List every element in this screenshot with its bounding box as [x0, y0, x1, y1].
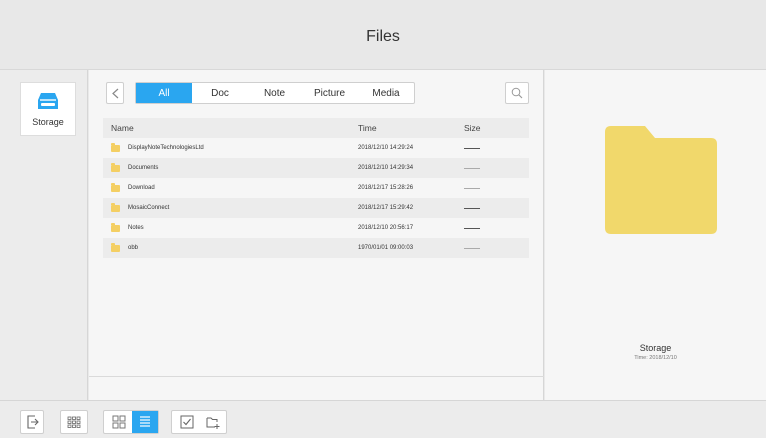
back-button[interactable]: [106, 82, 124, 104]
file-name: Download: [128, 185, 155, 191]
select-button[interactable]: [175, 411, 199, 433]
table-header: Name Time Size: [103, 118, 529, 138]
preview-title: Storage: [639, 343, 672, 353]
view-toggle-group: [103, 410, 159, 434]
storage-drive-icon: [38, 93, 58, 109]
keypad-button[interactable]: [60, 410, 88, 434]
folder-icon: [111, 142, 120, 152]
preview-panel: Storage Time: 2018/12/10: [545, 70, 766, 400]
grid-view-button[interactable]: [107, 411, 131, 433]
tab-picture[interactable]: Picture: [301, 83, 358, 103]
app-title: Files: [366, 27, 400, 45]
table-row[interactable]: DisplayNoteTechnologiesLtd 2018/12/10 14…: [103, 138, 529, 158]
storage-label: Storage: [32, 117, 64, 127]
exit-button[interactable]: [20, 410, 44, 434]
chevron-left-icon: [111, 88, 118, 98]
file-time: 2018/12/17 15:28:26: [358, 185, 414, 191]
folder-icon: [111, 242, 120, 252]
title-bar: Files: [0, 0, 766, 70]
file-table: Name Time Size DisplayNoteTechnologiesLt…: [103, 118, 529, 258]
checkbox-icon: [180, 415, 194, 429]
file-time: 2018/12/17 15:29:42: [358, 205, 414, 211]
file-time: 2018/12/10 20:56:17: [358, 225, 414, 231]
column-header-time[interactable]: Time: [358, 123, 464, 133]
grid-view-icon: [112, 415, 126, 429]
file-list-panel: All Doc Note Picture Media Name Time Siz…: [89, 70, 544, 400]
selection-group: [171, 410, 227, 434]
divider: [89, 376, 544, 377]
tab-doc[interactable]: Doc: [192, 83, 248, 103]
storage-item[interactable]: Storage: [20, 82, 76, 136]
column-header-size[interactable]: Size: [464, 123, 529, 133]
exit-icon: [27, 415, 39, 429]
file-name: DisplayNoteTechnologiesLtd: [128, 145, 204, 151]
storage-sidebar: Storage: [0, 70, 88, 400]
table-row[interactable]: Download 2018/12/17 15:28:26: [103, 178, 529, 198]
tab-label: Media: [372, 87, 400, 99]
folder-preview-icon: [605, 126, 717, 234]
size-placeholder: [464, 167, 480, 169]
file-name: obb: [128, 245, 139, 251]
table-row[interactable]: Notes 2018/12/10 20:56:17: [103, 218, 529, 238]
tab-all[interactable]: All: [136, 83, 192, 103]
file-name: MosaicConnect: [128, 205, 170, 211]
tab-label: All: [158, 87, 170, 99]
keypad-icon: [67, 416, 81, 428]
file-time: 1970/01/01 09:00:03: [358, 245, 414, 251]
preview-time: Time: 2018/12/10: [634, 355, 677, 361]
tab-label: Note: [263, 87, 286, 99]
tab-label: Picture: [313, 87, 346, 99]
file-time: 2018/12/10 14:29:24: [358, 145, 414, 151]
size-placeholder: [464, 187, 480, 189]
new-folder-button[interactable]: [201, 411, 225, 433]
search-button[interactable]: [505, 82, 529, 104]
file-time: 2018/12/10 14:29:34: [358, 165, 414, 171]
folder-icon: [111, 182, 120, 192]
filter-tabs: All Doc Note Picture Media: [135, 82, 415, 104]
search-icon: [511, 87, 523, 99]
table-row[interactable]: MosaicConnect 2018/12/17 15:29:42: [103, 198, 529, 218]
file-name: Notes: [128, 225, 144, 231]
column-header-name[interactable]: Name: [103, 123, 358, 133]
bottom-toolbar: [0, 400, 766, 438]
size-placeholder: [464, 227, 480, 229]
list-view-icon: [140, 416, 150, 427]
new-folder-icon: [206, 417, 220, 429]
size-placeholder: [464, 147, 480, 149]
tab-note[interactable]: Note: [248, 83, 301, 103]
folder-icon: [111, 202, 120, 212]
file-name: Documents: [128, 165, 159, 171]
table-row[interactable]: obb 1970/01/01 09:00:03: [103, 238, 529, 258]
folder-icon: [111, 162, 120, 172]
list-view-button[interactable]: [132, 411, 158, 433]
table-row[interactable]: Documents 2018/12/10 14:29:34: [103, 158, 529, 178]
size-placeholder: [464, 247, 480, 249]
folder-icon: [111, 222, 120, 232]
tab-label: Doc: [211, 87, 229, 99]
size-placeholder: [464, 207, 480, 209]
tab-media[interactable]: Media: [358, 83, 414, 103]
